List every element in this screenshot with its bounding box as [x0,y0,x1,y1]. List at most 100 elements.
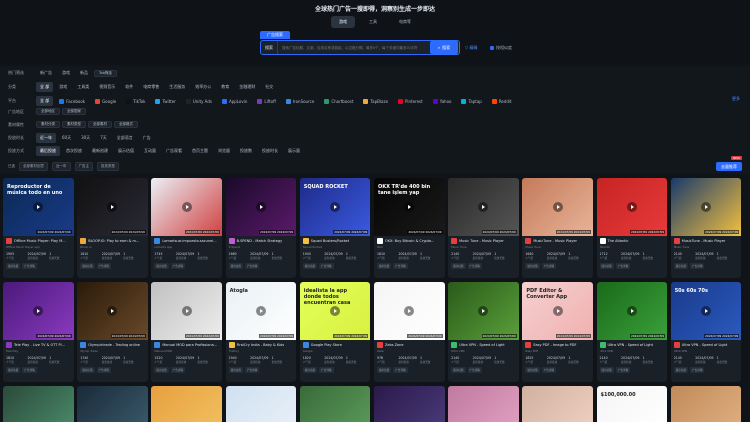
play-icon[interactable] [478,306,489,316]
export-button[interactable]: 去量推荐 [716,162,742,171]
play-icon[interactable] [404,306,415,316]
ad-thumbnail[interactable] [151,386,222,422]
ad-card[interactable] [448,386,519,422]
filter-chip[interactable]: 金融理财 [235,82,259,92]
filter-chip[interactable]: 全 部 [36,96,54,106]
card-title[interactable]: FirstCry India - Baby & Kids [237,343,285,347]
ad-card[interactable]: Atogla 2024/07/09 2024/07/09 FirstCry Indi… [225,282,297,382]
filter-chip[interactable]: Reddit [488,97,516,106]
detail-button[interactable]: 广告详情 [244,367,260,373]
ad-card[interactable]: OKX TR'de 400 bin tane işlem yap 2024/07/… [373,178,445,278]
ad-card[interactable]: 2024/07/09 2024/07/09 Lomarta.ar.impuesto… [151,178,222,278]
detail-button[interactable]: 广告详情 [170,367,186,373]
estimate-button[interactable]: 展示估值 [525,367,540,373]
estimate-button[interactable]: 展示估值 [599,367,614,373]
ad-thumbnail[interactable]: SQUAD ROCKET 2024/07/09 2024/07/09 [299,178,371,236]
detail-button[interactable]: 广告详情 [319,367,334,373]
detail-button[interactable]: 广告详情 [690,263,705,269]
filter-chip[interactable]: 首次投放 [62,146,86,156]
estimate-button[interactable]: 展示估值 [451,263,466,269]
ad-card[interactable]: 2024/07/09 2024/07/09 Manual MOD para Pro… [151,282,222,382]
filter-chip[interactable]: 首页主题 [188,146,212,156]
filter-chip[interactable]: 素材类型 [62,121,86,128]
top-tab[interactable]: 游戏 [331,16,355,28]
result-tag-1[interactable]: 全部素材创意 [19,162,48,171]
filter-chip[interactable]: 投放数 [236,146,256,156]
card-title[interactable]: MusicTune - Music Player [533,239,577,243]
ad-thumbnail[interactable]: 2024/07/09 2024/07/09 [77,282,148,340]
filter-chip[interactable]: 游戏 [55,82,71,92]
detail-button[interactable]: 广告详情 [615,263,631,269]
filter-chip[interactable]: Taptap [457,97,485,106]
estimate-button[interactable]: 展示估值 [228,367,243,373]
estimate-button[interactable]: 展示估值 [599,263,614,269]
estimate-button[interactable]: 展示估值 [451,367,466,373]
play-icon[interactable] [626,306,637,316]
detail-button[interactable]: 广告详情 [467,263,482,269]
ad-card[interactable]: 50s 60s 70s 2024/07/09 2024/07/09 Ultra VP… [670,282,742,382]
filter-chip[interactable]: Pinterest [394,97,427,106]
filter-chip[interactable]: 软件 [121,82,137,92]
ad-card[interactable] [522,386,593,422]
detail-button[interactable]: 广告详情 [467,367,482,373]
ad-card[interactable]: 2024/07/09 2024/07/09 MusicTune - Music P… [670,178,742,278]
filter-chip[interactable]: 全部地区 [36,108,60,115]
estimate-button[interactable]: 展示估值 [228,263,243,269]
search-input[interactable] [278,45,430,50]
ad-card[interactable] [225,386,297,422]
detail-button[interactable]: 广告详情 [170,263,186,269]
play-icon[interactable] [700,202,711,212]
filter-chip[interactable]: 效率办公 [191,82,215,92]
estimate-button[interactable]: 展示估值 [673,263,689,269]
card-title[interactable]: Ultra VPN - Speed of Light [459,343,505,347]
ad-thumbnail[interactable]: Atogla 2024/07/09 2024/07/09 [225,282,297,340]
ad-thumbnail[interactable]: 2024/07/09 2024/07/09 [373,282,445,340]
ad-search-tab[interactable]: 广告搜索 [260,31,290,39]
filter-chip[interactable]: 生活服务 [165,82,189,92]
detail-button[interactable]: 广告详情 [96,263,111,269]
filter-chip[interactable]: IronSource [282,97,318,106]
card-title[interactable]: Lomarta.ar.impuesto.sacunei... [162,239,216,243]
ad-card[interactable]: 2024/07/09 2024/07/09 Tele Play - Live TV… [3,282,74,382]
ad-thumbnail[interactable] [373,386,445,422]
ad-thumbnail[interactable]: 2024/07/09 2024/07/09 [522,178,593,236]
filter-chip[interactable]: 电商零售 [139,82,163,92]
play-icon[interactable] [181,202,192,212]
ad-card[interactable]: 2024/07/09 2024/07/09 The Atlantic Atlanti… [596,178,668,278]
estimate-button[interactable]: 展示估值 [6,367,21,373]
card-title[interactable]: Zebs Zone [385,343,404,347]
ad-card[interactable]: idealista la app donde todos encuentran … [299,282,371,382]
ad-thumbnail[interactable]: OKX TR'de 400 bin tane işlem yap 2024/07/… [373,178,445,236]
filter-chip[interactable]: 全部国家 [62,108,86,115]
filter-chip[interactable]: 全部语言 [113,133,137,143]
ad-card[interactable]: 2024/07/09 2024/07/09 BLOOP.IO: Play to e… [77,178,148,278]
card-title[interactable]: Offline Music Player: Play M... [14,239,66,243]
ad-thumbnail[interactable] [448,386,519,422]
filter-chip[interactable]: 素材分类 [36,121,60,128]
ad-card[interactable]: 2024/07/09 2024/07/09 Ultra VPN - Speed o… [596,282,668,382]
filter-chip[interactable]: Liftoff [253,97,279,106]
estimate-button[interactable]: 展示估值 [154,367,169,373]
filter-chip[interactable]: 最新创建 [88,146,112,156]
detail-button[interactable]: 广告详情 [22,263,37,269]
filter-chip[interactable]: 教育 [217,82,233,92]
filter-chip[interactable]: AppLovin [218,97,251,106]
play-icon[interactable] [552,202,563,212]
search-button[interactable]: ⌕ 搜索 [430,41,458,54]
estimate-button[interactable]: 展示估值 [673,367,689,373]
play-icon[interactable] [330,306,341,316]
search-type-select[interactable]: 搜索 [261,41,278,54]
filter-chip[interactable]: 广告观看 [162,146,186,156]
filter-chip[interactable]: Google [91,97,120,106]
ad-card[interactable]: 2024/07/09 2024/07/09 Ultra VPN - Speed o… [448,282,519,382]
ad-thumbnail[interactable]: 2024/07/09 2024/07/09 [3,282,74,340]
play-icon[interactable] [33,306,44,316]
card-title[interactable]: Olympictrade - Trading online [88,343,140,347]
ad-thumbnail[interactable]: PDF Editor & Converter App 2024/07/09 202… [522,282,593,340]
ad-thumbnail[interactable] [77,386,148,422]
ad-thumbnail[interactable]: 2024/07/09 2024/07/09 [448,178,519,236]
sort-similarity-checkbox[interactable]: 按相似度 [490,45,512,51]
ad-card[interactable] [373,386,445,422]
ad-card[interactable] [299,386,371,422]
detail-button[interactable]: 广告详情 [541,263,557,269]
